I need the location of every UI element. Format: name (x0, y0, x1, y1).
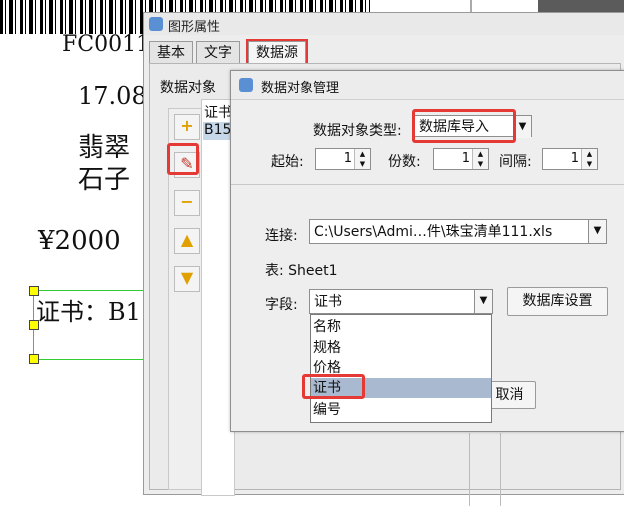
panel-border (469, 433, 501, 506)
remove-button[interactable]: − (174, 190, 200, 216)
field-label: 字段: (265, 297, 298, 313)
stepper-arrows-icon[interactable]: ▲ ▼ (472, 149, 488, 169)
data-object-label: 数据对象 (160, 80, 216, 96)
add-icon: + (180, 116, 194, 135)
label-code-text[interactable]: FC0011 (62, 32, 150, 57)
list-item-label: B15 (204, 122, 232, 138)
copies-label: 份数: (388, 154, 421, 170)
type-select-highlight (412, 109, 516, 143)
start-value: 1 (343, 151, 352, 166)
start-stepper[interactable]: 1 ▲ ▼ (315, 148, 371, 170)
window-titlebar[interactable]: 图形属性 (144, 13, 624, 35)
edit-button-highlight (167, 143, 199, 175)
label-price-text[interactable]: ¥2000 (38, 226, 121, 256)
move-down-button[interactable]: ▼ (174, 266, 200, 292)
resize-handle[interactable] (29, 286, 39, 296)
resize-handle[interactable] (29, 354, 39, 364)
label-name-text[interactable]: 翡翠石子 (78, 132, 148, 196)
add-button[interactable]: + (174, 114, 200, 140)
resize-handle[interactable] (29, 320, 39, 330)
label-number-text[interactable]: 17.08 (78, 82, 147, 110)
field-value: 证书 (314, 294, 342, 310)
field-dropdown-list[interactable]: 名称 规格 价格 证书 编号 (310, 314, 492, 423)
interval-stepper[interactable]: 1 ▲ ▼ (542, 148, 598, 170)
field-select[interactable]: 证书 ▼ (309, 289, 493, 314)
chevron-down-icon[interactable]: ▼ (474, 290, 492, 313)
dialog-title: 数据对象管理 (261, 81, 340, 96)
app-icon (239, 78, 253, 92)
move-up-button[interactable]: ▲ (174, 228, 200, 254)
window-title: 图形属性 (168, 20, 221, 35)
arrow-up-icon: ▲ (180, 230, 194, 249)
copies-stepper[interactable]: 1 ▲ ▼ (433, 148, 489, 170)
table-label: 表: Sheet1 (265, 263, 338, 279)
separator (231, 184, 624, 185)
type-label: 数据对象类型: (313, 123, 402, 139)
remove-icon: − (180, 192, 194, 211)
interval-value: 1 (570, 151, 579, 166)
copies-value: 1 (461, 151, 470, 166)
tab-text[interactable]: 文字 (196, 41, 240, 64)
dropdown-option[interactable]: 规格 (311, 338, 491, 358)
app-icon (149, 17, 163, 31)
list-item[interactable]: 证书 (204, 102, 232, 122)
chevron-down-icon[interactable]: ▼ (588, 220, 606, 243)
tab-basic[interactable]: 基本 (149, 41, 193, 64)
interval-label: 间隔: (499, 154, 532, 170)
connection-value: C:\Users\Admi…件\珠宝清单111.xls (314, 224, 553, 240)
arrow-down-icon: ▼ (180, 268, 194, 287)
dropdown-option[interactable]: 名称 (311, 317, 491, 337)
list-item-selected[interactable]: B15 (203, 122, 233, 140)
database-settings-button[interactable]: 数据库设置 (507, 287, 608, 316)
selected-option-highlight (302, 374, 365, 399)
stepper-arrows-icon[interactable]: ▲ ▼ (581, 149, 597, 169)
connection-label: 连接: (265, 228, 298, 244)
tab-data-source[interactable]: 数据源 (246, 39, 308, 66)
connection-select[interactable]: C:\Users\Admi…件\珠宝清单111.xls ▼ (309, 219, 607, 244)
dialog-titlebar[interactable]: 数据对象管理 (231, 71, 624, 100)
start-label: 起始: (271, 154, 304, 170)
stepper-arrows-icon[interactable]: ▲ ▼ (354, 149, 370, 169)
dropdown-option[interactable]: 编号 (311, 400, 491, 420)
